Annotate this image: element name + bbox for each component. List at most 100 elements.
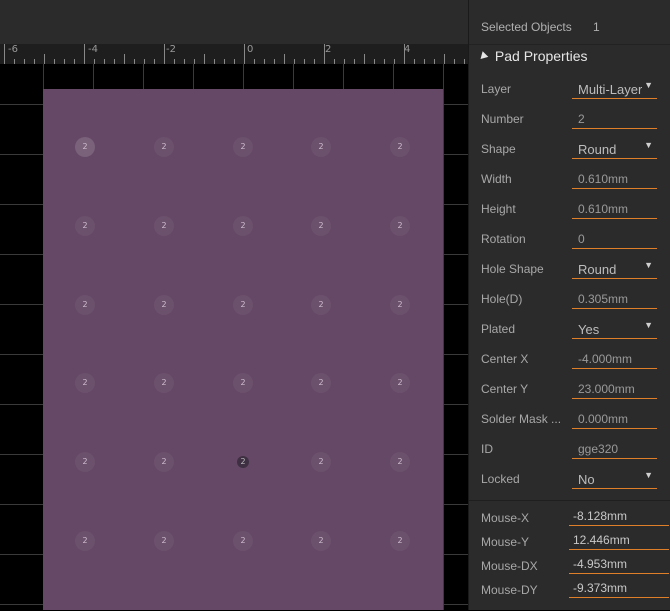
pad[interactable]: 2 xyxy=(154,373,174,393)
property-input[interactable]: 23.000mm xyxy=(572,376,657,399)
property-select[interactable]: Round ▼ xyxy=(572,256,657,279)
pad[interactable]: 2 xyxy=(390,373,410,393)
collapse-triangle-icon xyxy=(477,51,489,62)
property-label: Number xyxy=(481,112,524,126)
pad[interactable]: 2 xyxy=(311,531,331,551)
property-input[interactable]: 2 xyxy=(572,106,657,129)
chevron-down-icon[interactable]: ▼ xyxy=(644,80,653,90)
pad[interactable]: 2 xyxy=(75,216,95,236)
pad[interactable]: 2 xyxy=(233,531,253,551)
ruler-label: -4 xyxy=(88,44,98,55)
pad[interactable]: 2 xyxy=(75,137,95,157)
property-value: gge320 xyxy=(578,442,619,456)
pad[interactable]: 2 xyxy=(154,216,174,236)
selected-objects-row: Selected Objects 1 xyxy=(469,0,670,45)
mouse-row: Mouse-DY -9.373mm xyxy=(469,577,670,601)
pad[interactable]: 2 xyxy=(390,531,410,551)
property-value: Yes xyxy=(578,322,600,337)
mouse-label: Mouse-Y xyxy=(481,535,530,549)
property-label: Layer xyxy=(481,82,512,96)
chevron-down-icon[interactable]: ▼ xyxy=(644,320,653,330)
pad[interactable]: 2 xyxy=(390,295,410,315)
property-select[interactable]: Multi-Layer ▼ xyxy=(572,76,657,99)
property-select[interactable]: Yes ▼ xyxy=(572,316,657,339)
property-value: 0.305mm xyxy=(578,292,629,306)
property-label: Width xyxy=(481,172,512,186)
pad[interactable]: 2 xyxy=(233,295,253,315)
chevron-down-icon[interactable]: ▼ xyxy=(644,140,653,150)
pad[interactable]: 2 xyxy=(154,531,174,551)
ruler-tick xyxy=(204,54,205,64)
mouse-label: Mouse-X xyxy=(481,511,530,525)
pad[interactable]: 2 xyxy=(75,373,95,393)
pad[interactable]: 2 xyxy=(390,137,410,157)
property-row: Width 0.610mm xyxy=(469,164,670,194)
ruler-tick xyxy=(4,44,5,64)
pad[interactable]: 2 xyxy=(154,452,174,472)
mouse-value-field: -9.373mm xyxy=(569,577,669,598)
pad[interactable]: 2 xyxy=(390,452,410,472)
pad[interactable]: 2 xyxy=(75,531,95,551)
property-row: Plated Yes ▼ xyxy=(469,314,670,344)
pad[interactable]: 2 xyxy=(311,452,331,472)
board-area[interactable]: 2 2 2 2 2 2 2 2 2 2 2 2 2 2 2 2 2 2 2 2 2 2 2 2 2 2 2 2 2 2 xyxy=(43,89,443,610)
property-input[interactable]: gge320 xyxy=(572,436,657,459)
pad[interactable]: 2 xyxy=(237,456,249,468)
property-value: 0.610mm xyxy=(578,202,629,216)
pad[interactable]: 2 xyxy=(233,373,253,393)
ruler-label: -6 xyxy=(8,44,18,55)
ruler-label: -2 xyxy=(166,44,176,55)
property-row: Shape Round ▼ xyxy=(469,134,670,164)
property-label: Hole Shape xyxy=(481,262,544,276)
property-value: 0 xyxy=(578,232,585,246)
chevron-down-icon[interactable]: ▼ xyxy=(644,260,653,270)
pad[interactable]: 2 xyxy=(311,216,331,236)
pad[interactable]: 2 xyxy=(311,373,331,393)
property-value: Round xyxy=(578,142,617,157)
mouse-label: Mouse-DY xyxy=(481,583,538,597)
ruler-label: 0 xyxy=(247,44,254,55)
pad[interactable]: 2 xyxy=(75,452,95,472)
ruler-tick xyxy=(244,44,245,64)
pad[interactable]: 2 xyxy=(311,137,331,157)
pad-properties-header[interactable]: Pad Properties xyxy=(477,48,588,64)
mouse-value: -9.373mm xyxy=(573,581,628,595)
property-input[interactable]: 0 xyxy=(572,226,657,249)
property-label: Center Y xyxy=(481,382,529,396)
pad[interactable]: 2 xyxy=(154,295,174,315)
property-row: Locked No ▼ xyxy=(469,464,670,494)
property-label: Shape xyxy=(481,142,516,156)
pad[interactable]: 2 xyxy=(233,137,253,157)
property-input[interactable]: -4.000mm xyxy=(572,346,657,369)
ruler-label: 4 xyxy=(404,44,411,55)
property-value: No xyxy=(578,472,595,487)
ruler-tick xyxy=(164,44,165,64)
property-select[interactable]: No ▼ xyxy=(572,466,657,489)
property-select[interactable]: Round ▼ xyxy=(572,136,657,159)
property-input[interactable]: 0.610mm xyxy=(572,166,657,189)
pad[interactable]: 2 xyxy=(75,295,95,315)
pad[interactable]: 2 xyxy=(233,216,253,236)
ruler-tick xyxy=(44,54,45,64)
ruler-tick xyxy=(284,54,285,64)
pad[interactable]: 2 xyxy=(311,295,331,315)
property-input[interactable]: 0.305mm xyxy=(572,286,657,309)
property-row: Hole(D) 0.305mm xyxy=(469,284,670,314)
property-value: 0.610mm xyxy=(578,172,629,186)
property-input[interactable]: 0.000mm xyxy=(572,406,657,429)
mouse-value: 12.446mm xyxy=(573,533,630,547)
mouse-row: Mouse-X -8.128mm xyxy=(469,505,670,529)
horizontal-ruler: -6 -4 -2 0 2 4 xyxy=(0,44,468,65)
ruler-tick xyxy=(444,54,445,64)
property-row: Hole Shape Round ▼ xyxy=(469,254,670,284)
pad[interactable]: 2 xyxy=(390,216,410,236)
property-row: Center Y 23.000mm xyxy=(469,374,670,404)
mouse-value-field: -8.128mm xyxy=(569,505,669,526)
chevron-down-icon[interactable]: ▼ xyxy=(644,470,653,480)
pcb-canvas[interactable]: 2 2 2 2 2 2 2 2 2 2 2 2 2 2 2 2 2 2 2 2 2 2 2 2 2 2 2 2 2 2 xyxy=(0,64,468,610)
section-title: Pad Properties xyxy=(494,48,588,64)
property-label: Plated xyxy=(481,322,516,336)
pad[interactable]: 2 xyxy=(154,137,174,157)
ruler-label: 2 xyxy=(325,44,332,55)
property-input[interactable]: 0.610mm xyxy=(572,196,657,219)
